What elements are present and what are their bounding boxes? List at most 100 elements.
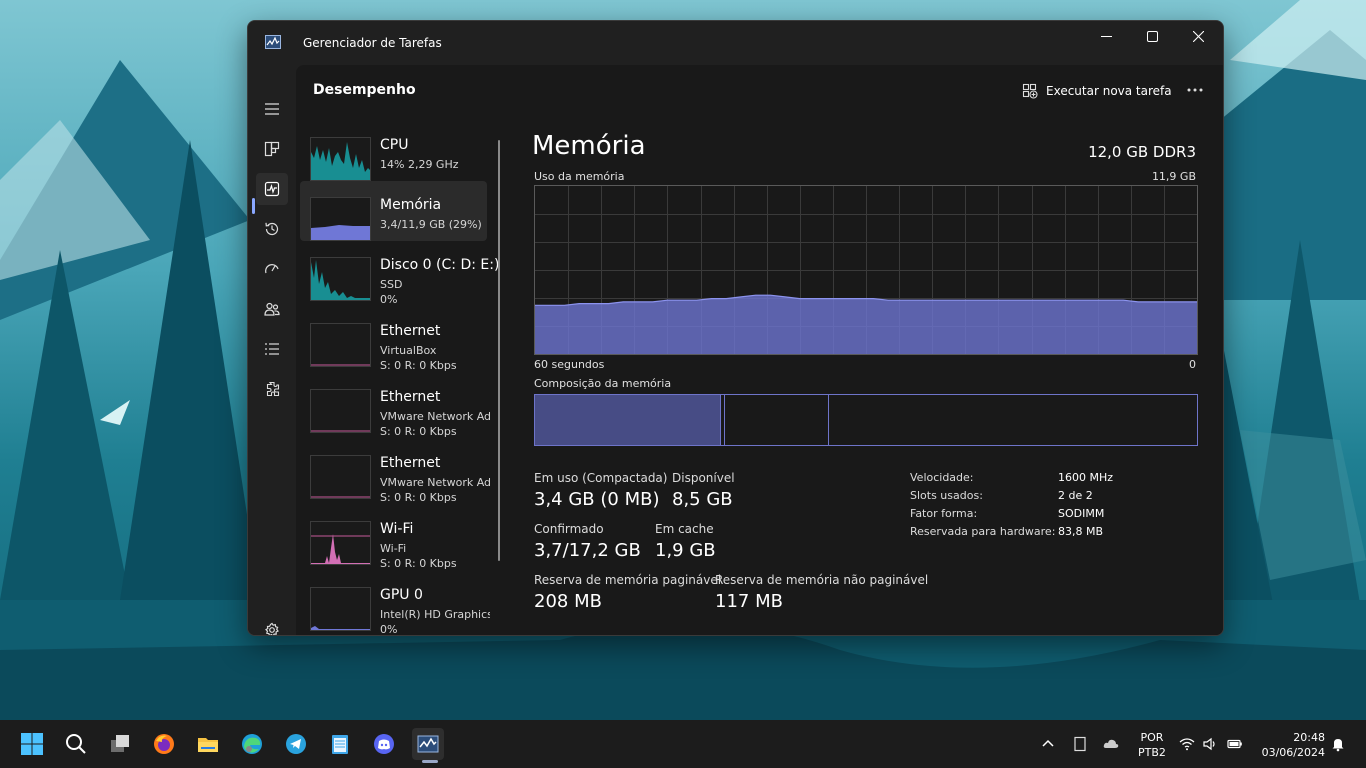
stat-in-use-label: Em uso (Compactada) (534, 471, 668, 485)
tray-network[interactable] (1177, 734, 1197, 754)
tray-battery[interactable] (1225, 734, 1245, 754)
cpu-thumbnail (310, 137, 371, 181)
ethernet-thumbnail (310, 389, 371, 433)
memory-thumbnail (310, 197, 371, 241)
hamburger-icon (265, 103, 279, 115)
taskbar-firefox[interactable] (148, 728, 180, 760)
settings-icon (265, 622, 279, 635)
prop-slots-value: 2 de 2 (1058, 489, 1093, 502)
battery-icon (1227, 739, 1242, 749)
notepad-icon (332, 735, 348, 754)
memory-detail-panel: Memória 12,0 GB DDR3 Uso da memória 11,9… (526, 115, 1198, 635)
disk-thumbnail (310, 257, 371, 301)
processes-icon (264, 141, 280, 157)
search-button[interactable] (60, 728, 92, 760)
memory-usage-max: 11,9 GB (1151, 170, 1196, 183)
maximize-button[interactable] (1129, 21, 1175, 51)
device-item-wifi[interactable]: Wi-Fi Wi-Fi S: 0 R: 0 Kbps (300, 505, 487, 570)
close-button[interactable] (1175, 21, 1221, 51)
taskbar-edge[interactable] (236, 728, 268, 760)
device-item-cpu[interactable]: CPU 14% 2,29 GHz (300, 121, 487, 181)
device-item-ethernet-3[interactable]: Ethernet VMware Network Ad S: 0 R: 0 Kbp… (300, 439, 490, 504)
device-detail-2: S: 0 R: 0 Kbps (380, 491, 457, 504)
prop-form-factor-value: SODIMM (1058, 507, 1105, 520)
memory-type: 12,0 GB DDR3 (1088, 143, 1196, 161)
sidebar-item-services[interactable] (256, 373, 288, 405)
wifi-thumbnail (310, 521, 371, 565)
stat-cached-label: Em cache (655, 522, 714, 536)
tray-volume[interactable] (1200, 734, 1220, 754)
taskbar-discord[interactable] (368, 728, 400, 760)
device-name: Disco 0 (C: D: E:) (380, 257, 500, 273)
active-app-indicator (422, 760, 438, 763)
device-detail: 3,4/11,9 GB (29%) (380, 218, 482, 231)
taskbar-telegram[interactable] (280, 728, 312, 760)
prop-speed-value: 1600 MHz (1058, 471, 1114, 484)
users-icon (264, 302, 280, 316)
run-task-icon (1022, 83, 1038, 99)
content-area: Desempenho Executar nova tarefa CPU 14% … (296, 65, 1223, 635)
device-item-disk[interactable]: Disco 0 (C: D: E:) SSD 0% (300, 241, 499, 306)
notifications-button[interactable] (1328, 734, 1348, 754)
device-item-ethernet-1[interactable]: Ethernet VirtualBox S: 0 R: 0 Kbps (300, 307, 487, 372)
device-detail-2: S: 0 R: 0 Kbps (380, 557, 457, 570)
memory-title: Memória (532, 131, 646, 161)
firefox-icon (154, 734, 174, 754)
tray-tablet[interactable] (1070, 734, 1090, 754)
tray-onedrive[interactable] (1101, 734, 1121, 754)
sidebar-item-app-history[interactable] (256, 213, 288, 245)
graph-time-left: 60 segundos (534, 358, 605, 371)
device-item-gpu[interactable]: GPU 0 Intel(R) HD Graphics 0% (300, 571, 490, 635)
prop-hardware-reserved-value: 83,8 MB (1058, 525, 1104, 538)
hamburger-menu-button[interactable] (256, 93, 288, 125)
taskbar-notepad[interactable] (324, 728, 356, 760)
sidebar-item-settings[interactable] (256, 614, 288, 635)
device-detail: Wi-Fi (380, 542, 407, 555)
edge-icon (242, 734, 262, 754)
details-icon (265, 343, 279, 355)
ethernet-thumbnail (310, 323, 371, 367)
speaker-icon (1203, 737, 1215, 751)
clock-time: 20:48 (1293, 731, 1325, 744)
sidebar-item-users[interactable] (256, 293, 288, 325)
device-name: GPU 0 (380, 587, 423, 603)
bell-icon (1332, 739, 1344, 752)
run-new-task-button[interactable]: Executar nova tarefa (1022, 81, 1172, 101)
composition-standby (725, 395, 829, 445)
taskbar-file-explorer[interactable] (192, 728, 224, 760)
memory-usage-graph (534, 185, 1198, 355)
taskbar-task-manager[interactable] (412, 728, 444, 760)
taskbar-clock[interactable]: 20:48 03/06/2024 (1255, 730, 1325, 760)
device-name: Ethernet (380, 455, 441, 471)
device-list-scrollbar[interactable] (498, 140, 500, 561)
folder-icon (198, 738, 218, 752)
minimize-button[interactable] (1083, 21, 1129, 51)
sidebar-item-processes[interactable] (256, 133, 288, 165)
sidebar-item-startup[interactable] (256, 253, 288, 285)
start-button[interactable] (16, 728, 48, 760)
title-bar[interactable]: Gerenciador de Tarefas (248, 21, 1223, 65)
stat-paged-pool-label: Reserva de memória paginável (534, 573, 722, 587)
device-name: Wi-Fi (380, 521, 414, 537)
task-view-button[interactable] (104, 728, 136, 760)
device-name: CPU (380, 137, 409, 153)
close-icon (1192, 30, 1204, 42)
show-hidden-icons-button[interactable] (1038, 734, 1058, 754)
sidebar-item-performance[interactable] (256, 173, 288, 205)
maximize-icon (1146, 30, 1158, 42)
sidebar-item-details[interactable] (256, 333, 288, 365)
discord-icon (374, 734, 394, 754)
performance-icon (264, 181, 280, 197)
memory-composition-label: Composição da memória (534, 377, 672, 390)
composition-in-use (535, 395, 721, 445)
more-options-button[interactable] (1184, 81, 1206, 99)
device-name: Ethernet (380, 389, 441, 405)
stat-available-label: Disponível (672, 471, 735, 485)
device-name: Ethernet (380, 323, 441, 339)
history-icon (265, 222, 279, 236)
input-language-indicator[interactable]: POR PTB2 (1138, 730, 1166, 760)
device-item-ethernet-2[interactable]: Ethernet VMware Network Ad S: 0 R: 0 Kbp… (300, 373, 490, 438)
stat-nonpaged-pool-value: 117 MB (715, 591, 783, 612)
stat-in-use-value: 3,4 GB (0 MB) (534, 489, 660, 510)
device-item-memory[interactable]: Memória 3,4/11,9 GB (29%) (300, 181, 487, 241)
